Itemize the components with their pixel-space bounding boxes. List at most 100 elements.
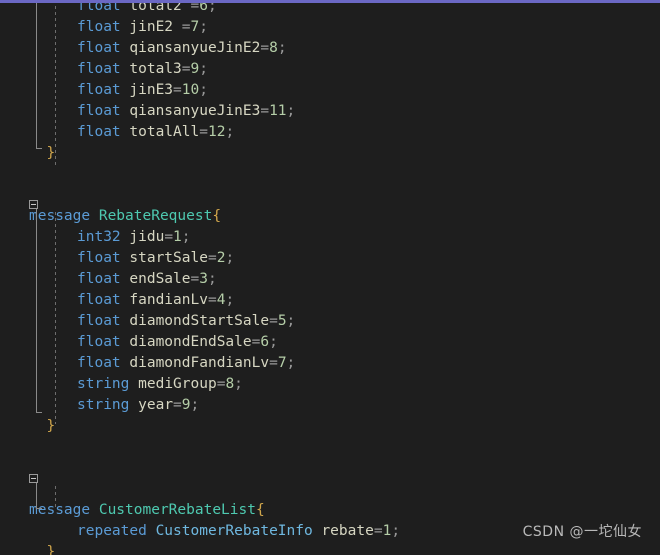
code-token-id: jidu <box>129 229 165 245</box>
code-token-kw: float <box>77 292 121 308</box>
code-token-punc: = <box>164 229 174 245</box>
code-token-punc: = <box>181 61 191 77</box>
csdn-watermark: CSDN @一坨仙女 <box>522 524 642 540</box>
fold-guide-line-block-2 <box>36 209 37 412</box>
code-token-num: 1 <box>173 229 182 245</box>
code-line[interactable] <box>0 164 29 185</box>
code-token-type: CustomerRebateList <box>98 502 256 518</box>
code-token-id: endSale <box>129 271 191 287</box>
code-token-kw: float <box>77 103 121 119</box>
code-token-punc: = <box>207 250 217 266</box>
code-token-num: 3 <box>199 271 208 287</box>
fold-marker-rebate-request[interactable] <box>29 200 38 209</box>
code-token-type: RebateRequest <box>98 208 213 224</box>
code-line[interactable]: } <box>0 143 55 164</box>
code-line[interactable]: float jinE3=10; <box>0 80 208 101</box>
code-token-id: fandianLv <box>129 292 208 308</box>
code-token-punc: = <box>373 523 383 539</box>
code-token-kw: repeated <box>77 523 147 539</box>
code-token-punc: = <box>269 313 278 329</box>
code-token-punc: = <box>190 271 200 287</box>
code-line[interactable] <box>0 437 29 458</box>
code-line[interactable]: string year=9; <box>0 395 199 416</box>
code-line[interactable] <box>0 479 29 500</box>
code-editor[interactable]: float total2 =6; float jinE2 =7; float qia… <box>0 0 660 555</box>
code-token-kw: float <box>77 334 121 350</box>
code-token-punc: ; <box>181 229 191 245</box>
code-token-id: diamondEndSale <box>129 334 252 350</box>
code-token-kw: float <box>77 355 121 371</box>
fold-guide-foot-block-3 <box>36 508 42 509</box>
code-line[interactable]: message RebateRequest{ <box>0 206 221 227</box>
code-token-num: 5 <box>277 313 287 329</box>
code-line[interactable] <box>0 185 29 206</box>
fold-guide-line-block-1 <box>36 0 37 148</box>
code-token-brace: { <box>255 502 265 518</box>
code-token-punc: ; <box>199 61 208 77</box>
code-token-brace: } <box>29 544 56 555</box>
code-token-punc: ; <box>286 355 296 371</box>
code-line[interactable]: } <box>0 416 55 437</box>
fold-guide-line-block-3 <box>36 483 37 508</box>
code-line[interactable]: int32 jidu=1; <box>0 227 191 248</box>
code-line[interactable]: float diamondEndSale=6; <box>0 332 278 353</box>
code-token-kw: string <box>77 376 130 392</box>
code-token-kw: float <box>77 82 121 98</box>
code-line[interactable]: } <box>0 542 55 555</box>
code-token-id: year <box>138 397 174 413</box>
code-line[interactable]: float diamondFandianLv=7; <box>0 353 295 374</box>
code-token-num: 7 <box>277 355 287 371</box>
code-token-id: diamondStartSale <box>129 313 270 329</box>
code-token-kw: float <box>77 313 121 329</box>
code-token-id: totalAll <box>129 124 200 140</box>
code-token-punc: = <box>207 292 217 308</box>
code-line[interactable]: float diamondStartSale=5; <box>0 311 295 332</box>
code-token-brace: { <box>212 208 222 224</box>
code-token-kw: string <box>77 397 130 413</box>
code-token-kw: float <box>77 271 121 287</box>
fold-marker-customer-rebate-list[interactable] <box>29 474 38 483</box>
code-token-id: jinE2 <box>129 19 174 35</box>
code-token-punc: ; <box>190 397 200 413</box>
code-token-kw: message <box>29 502 91 518</box>
code-token-num: 7 <box>190 19 200 35</box>
code-line[interactable]: float jinE2 =7; <box>0 17 208 38</box>
code-token-punc: = <box>269 355 278 371</box>
code-line[interactable]: float total3=9; <box>0 59 208 80</box>
fold-guide-foot-block-1 <box>36 148 42 149</box>
code-token-brace: } <box>29 145 56 161</box>
code-token-id: startSale <box>129 250 208 266</box>
code-token-kw: float <box>77 250 121 266</box>
code-line[interactable]: message CustomerRebateList{ <box>0 500 265 521</box>
code-token-kw: int32 <box>77 229 121 245</box>
code-token-id: jinE3 <box>129 82 174 98</box>
code-token-id: qiansanyueJinE2 <box>129 40 261 56</box>
code-token-punc: ; <box>234 376 243 392</box>
code-token-punc: ; <box>286 313 296 329</box>
code-token-num: 6 <box>260 334 270 350</box>
code-token-punc: = <box>173 82 182 98</box>
code-token-num: 10 <box>181 82 200 98</box>
code-content[interactable]: float total2 =6; float jinE2 =7; float qia… <box>0 0 660 555</box>
editor-top-accent-bar <box>0 0 660 3</box>
code-line[interactable]: repeated CustomerRebateInfo rebate=1; <box>0 521 400 542</box>
code-token-punc: = <box>173 397 182 413</box>
code-line[interactable] <box>0 458 29 479</box>
code-token-id: diamondFandianLv <box>129 355 270 371</box>
code-token-num: 11 <box>269 103 287 119</box>
code-line[interactable]: float qiansanyueJinE2=8; <box>0 38 287 59</box>
code-token-num: 8 <box>269 40 278 56</box>
code-token-num: 8 <box>225 376 235 392</box>
code-line[interactable]: float qiansanyueJinE3=11; <box>0 101 295 122</box>
indent-guide-block-3 <box>55 486 56 510</box>
code-token-kw: float <box>77 40 121 56</box>
code-token-brace: } <box>29 418 56 434</box>
code-line[interactable]: float endSale=3; <box>0 269 217 290</box>
code-token-kw: message <box>29 208 91 224</box>
code-token-num: 1 <box>382 523 392 539</box>
code-token-punc: = <box>260 40 270 56</box>
code-token-type2: CustomerRebateInfo <box>155 523 313 539</box>
